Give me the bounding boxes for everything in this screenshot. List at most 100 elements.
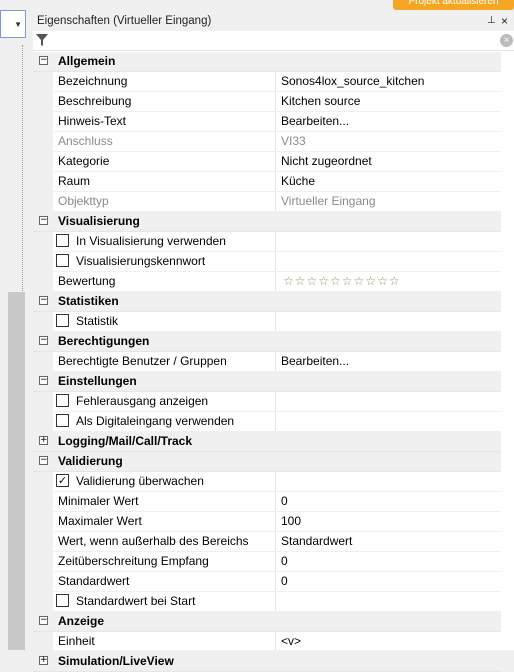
expand-icon[interactable]: + (39, 436, 48, 445)
property-row[interactable]: Beschreibung Kitchen source (33, 92, 501, 112)
collapse-icon[interactable]: − (39, 376, 48, 385)
property-row[interactable]: Standardwert 0 (33, 572, 501, 592)
filter-bar[interactable]: × (33, 31, 514, 51)
property-name: Beschreibung (58, 94, 132, 108)
property-name: Fehlerausgang anzeigen (76, 394, 209, 408)
property-name: Objekttyp (58, 194, 109, 208)
property-name: Visualisierungskennwort (76, 254, 206, 268)
property-value[interactable]: Sonos4lox_source_kitchen (281, 74, 424, 88)
category-row[interactable]: − Validierung (33, 452, 501, 472)
left-scrollbar[interactable] (8, 292, 25, 650)
clear-filter-icon[interactable]: × (500, 34, 513, 47)
category-label: Statistiken (58, 294, 119, 308)
category-label: Visualisierung (58, 214, 140, 228)
collapse-icon[interactable]: − (39, 616, 48, 625)
property-row[interactable]: ✓ Validierung überwachen (33, 472, 501, 492)
row-gutter (33, 412, 53, 431)
collapse-icon[interactable]: − (39, 456, 48, 465)
property-value: VI33 (281, 134, 306, 148)
property-name: Standardwert (58, 574, 130, 588)
expand-icon[interactable]: + (39, 656, 48, 665)
property-value[interactable]: Nicht zugeordnet (281, 154, 372, 168)
property-row[interactable]: Minimaler Wert 0 (33, 492, 501, 512)
property-row[interactable]: Fehlerausgang anzeigen (33, 392, 501, 412)
row-gutter (33, 72, 53, 91)
category-row[interactable]: + Logging/Mail/Call/Track (33, 432, 501, 452)
property-value[interactable]: Küche (281, 174, 315, 188)
category-row[interactable]: − Statistiken (33, 292, 501, 312)
property-value[interactable]: Kitchen source (281, 94, 360, 108)
left-pane: ▼ (0, 0, 29, 650)
property-row[interactable]: Kategorie Nicht zugeordnet (33, 152, 501, 172)
row-gutter (33, 152, 53, 171)
property-checkbox[interactable]: ✓ (56, 474, 69, 487)
property-row[interactable]: Wert, wenn außerhalb des Bereichs Standar… (33, 532, 501, 552)
property-checkbox[interactable] (56, 234, 69, 247)
rating-stars[interactable]: ☆☆☆☆☆☆☆☆☆☆ (283, 274, 401, 288)
property-value: Virtueller Eingang (281, 194, 376, 208)
collapse-icon[interactable]: − (39, 56, 48, 65)
property-value[interactable]: Standardwert (281, 534, 352, 548)
refresh-project-button[interactable]: Projekt aktualisieren (393, 0, 514, 10)
row-gutter (33, 532, 53, 551)
property-row[interactable]: Berechtigte Benutzer / Gruppen Bearbeiten… (33, 352, 501, 372)
row-gutter (33, 632, 53, 651)
filter-icon[interactable] (36, 34, 48, 50)
category-row[interactable]: − Berechtigungen (33, 332, 501, 352)
property-row[interactable]: Hinweis-Text Bearbeiten... (33, 112, 501, 132)
property-checkbox[interactable] (56, 394, 69, 407)
row-gutter (33, 552, 53, 571)
property-checkbox[interactable] (56, 594, 69, 607)
collapse-icon[interactable]: − (39, 216, 48, 225)
property-row[interactable]: Objekttyp Virtueller Eingang (33, 192, 501, 212)
pin-icon[interactable]: ⊥ (487, 11, 496, 31)
category-row[interactable]: − Anzeige (33, 612, 501, 632)
property-value[interactable]: Bearbeiten... (281, 114, 349, 128)
property-value[interactable]: 0 (281, 554, 288, 568)
property-row[interactable]: Einheit <v> (33, 632, 501, 652)
category-row[interactable]: − Visualisierung (33, 212, 501, 232)
property-row[interactable]: Als Digitaleingang verwenden (33, 412, 501, 432)
property-name: Kategorie (58, 154, 110, 168)
property-checkbox[interactable] (56, 414, 69, 427)
category-row[interactable]: − Einstellungen (33, 372, 501, 392)
property-name: Validierung überwachen (76, 474, 204, 488)
property-name: Hinweis-Text (58, 114, 127, 128)
property-value[interactable]: Bearbeiten... (281, 354, 349, 368)
property-name: Bezeichnung (58, 74, 128, 88)
property-value[interactable]: 100 (281, 514, 301, 528)
category-label: Berechtigungen (58, 334, 150, 348)
property-value[interactable]: <v> (281, 634, 301, 648)
property-row[interactable]: Anschluss VI33 (33, 132, 501, 152)
left-dropdown[interactable]: ▼ (0, 10, 26, 38)
row-gutter (33, 192, 53, 211)
property-row[interactable]: In Visualisierung verwenden (33, 232, 501, 252)
property-name: Wert, wenn außerhalb des Bereichs (58, 534, 249, 548)
collapse-icon[interactable]: − (39, 296, 48, 305)
row-gutter (33, 352, 53, 371)
property-row[interactable]: Maximaler Wert 100 (33, 512, 501, 532)
row-gutter (33, 592, 53, 611)
collapse-icon[interactable]: − (39, 336, 48, 345)
row-gutter (33, 252, 53, 271)
property-value[interactable]: 0 (281, 494, 288, 508)
property-checkbox[interactable] (56, 314, 69, 327)
chevron-down-icon: ▼ (14, 20, 22, 29)
category-row[interactable]: + Simulation/LiveView (33, 652, 501, 672)
properties-panel: Eigenschaften (Virtueller Eingang) ⊥ × ×… (33, 11, 514, 672)
property-checkbox[interactable] (56, 254, 69, 267)
category-row[interactable]: − Allgemein (33, 52, 501, 72)
property-name: Berechtigte Benutzer / Gruppen (58, 354, 227, 368)
property-row[interactable]: Bewertung ☆☆☆☆☆☆☆☆☆☆ (33, 272, 501, 292)
property-name: Maximaler Wert (58, 514, 142, 528)
property-value[interactable]: 0 (281, 574, 288, 588)
close-icon[interactable]: × (501, 11, 508, 31)
property-row[interactable]: Bezeichnung Sonos4lox_source_kitchen (33, 72, 501, 92)
property-row[interactable]: Zeitüberschreitung Empfang 0 (33, 552, 501, 572)
property-row[interactable]: Standardwert bei Start (33, 592, 501, 612)
row-gutter (33, 112, 53, 131)
property-row[interactable]: Visualisierungskennwort (33, 252, 501, 272)
category-label: Anzeige (58, 614, 105, 628)
property-row[interactable]: Raum Küche (33, 172, 501, 192)
property-row[interactable]: Statistik (33, 312, 501, 332)
